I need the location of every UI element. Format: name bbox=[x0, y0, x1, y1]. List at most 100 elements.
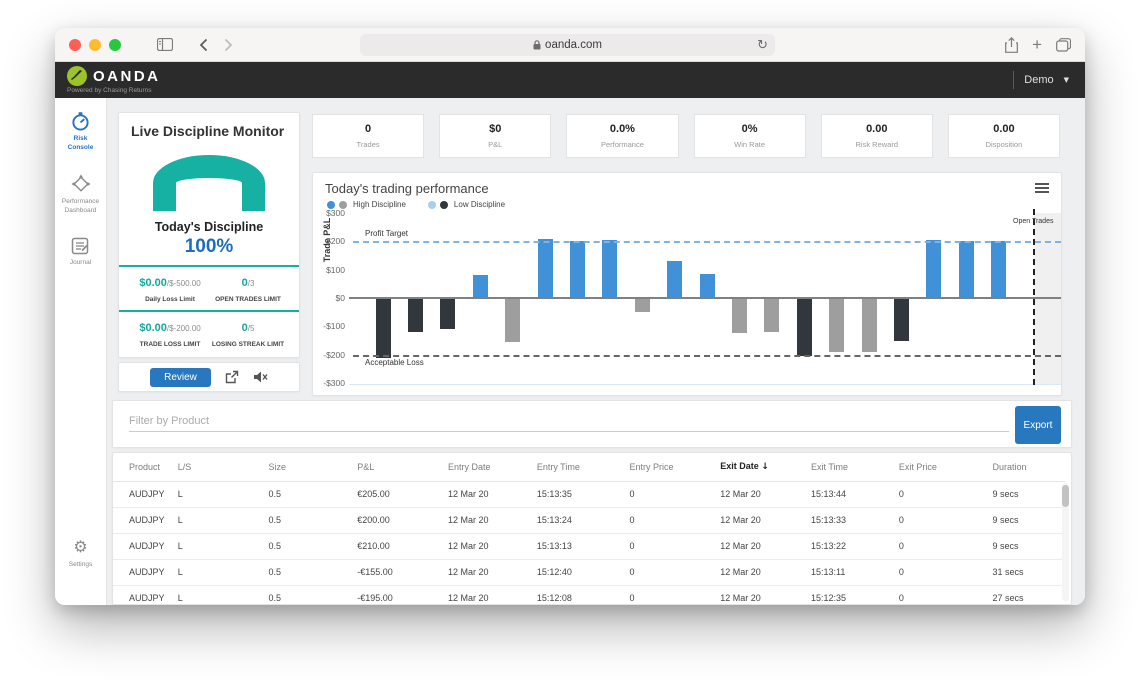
trade-bar[interactable] bbox=[440, 298, 455, 329]
filter-product-input[interactable] bbox=[129, 411, 1009, 432]
account-menu[interactable]: Demo ▼ bbox=[1013, 71, 1069, 89]
column-header-entry-price[interactable]: Entry Price bbox=[630, 453, 721, 481]
column-header-product[interactable]: Product bbox=[113, 453, 178, 481]
table-row[interactable]: AUDJPYL0.5€200.0012 Mar 2015:13:24012 Ma… bbox=[113, 507, 1065, 533]
share-icon[interactable] bbox=[1005, 37, 1018, 53]
trade-bar[interactable] bbox=[926, 240, 941, 298]
trade-bar[interactable] bbox=[764, 298, 779, 332]
chart-title: Today's trading performance bbox=[325, 181, 489, 196]
trade-bar[interactable] bbox=[700, 274, 715, 298]
minimize-traffic-light[interactable] bbox=[89, 39, 101, 51]
trade-bar[interactable] bbox=[862, 298, 877, 352]
chart-menu-icon[interactable] bbox=[1035, 183, 1049, 195]
account-name: Demo bbox=[1024, 74, 1053, 86]
table-scrollbar-thumb[interactable] bbox=[1062, 485, 1069, 507]
column-header-duration[interactable]: Duration bbox=[993, 453, 1066, 481]
sidebar-item-risk-console[interactable]: RiskConsole bbox=[68, 112, 94, 152]
trades-table-panel: ProductL/SSizeP&LEntry DateEntry TimeEnt… bbox=[112, 452, 1072, 605]
trade-bar[interactable] bbox=[538, 239, 553, 299]
discipline-monitor-card: Live Discipline Monitor Today's Discipli… bbox=[118, 112, 300, 358]
stat-card-win-rate: 0%Win Rate bbox=[694, 114, 806, 158]
legend-item-low-discipline[interactable]: Low Discipline bbox=[428, 200, 505, 209]
reload-icon[interactable]: ↻ bbox=[757, 38, 768, 53]
column-header-entry-date[interactable]: Entry Date bbox=[448, 453, 537, 481]
back-icon[interactable] bbox=[199, 38, 208, 52]
trade-bar[interactable] bbox=[829, 298, 844, 352]
gear-icon: ⚙ bbox=[73, 539, 87, 557]
discipline-gauge bbox=[153, 155, 265, 211]
sidebar-item-journal[interactable]: Journal bbox=[70, 237, 91, 267]
y-tick-label: $200 bbox=[315, 236, 345, 246]
lock-icon bbox=[533, 40, 541, 50]
review-button[interactable]: Review bbox=[150, 368, 211, 387]
filter-panel: Export bbox=[112, 400, 1072, 448]
stat-card-performance: 0.0%Performance bbox=[566, 114, 678, 158]
open-external-icon[interactable] bbox=[225, 370, 239, 384]
trade-bar[interactable] bbox=[667, 261, 682, 298]
mute-sound-icon[interactable] bbox=[253, 370, 268, 384]
table-row[interactable]: AUDJPYL0.5-€195.0012 Mar 2015:12:08012 M… bbox=[113, 585, 1065, 605]
sidebar-item-performance-dashboard[interactable]: PerformanceDashboard bbox=[62, 174, 99, 215]
browser-toolbar: oanda.com ↻ + bbox=[55, 28, 1085, 62]
main-content: RiskConsole PerformanceDashboard Journal… bbox=[55, 98, 1085, 605]
maximize-traffic-light[interactable] bbox=[109, 39, 121, 51]
tab-overview-icon[interactable] bbox=[1056, 38, 1071, 52]
trade-bar[interactable] bbox=[894, 298, 909, 341]
stat-card-risk-reward: 0.00Risk Reward bbox=[821, 114, 933, 158]
open-trades-label: Open Trades bbox=[1013, 218, 1053, 225]
forward-icon[interactable] bbox=[224, 38, 233, 52]
trade-bar[interactable] bbox=[732, 298, 747, 333]
limit-metric: $0.00/$-200.00 TRADE LOSS LIMIT bbox=[131, 318, 209, 348]
journal-icon bbox=[71, 237, 89, 255]
teal-divider bbox=[119, 310, 299, 312]
y-tick-label: -$300 bbox=[315, 378, 345, 388]
trade-bar[interactable] bbox=[635, 298, 650, 312]
review-toolbar: Review bbox=[118, 362, 300, 392]
stat-card-disposition: 0.00Disposition bbox=[948, 114, 1060, 158]
column-header-size[interactable]: Size bbox=[268, 453, 357, 481]
sort-desc-icon: ↓ bbox=[761, 462, 769, 472]
trade-bar[interactable] bbox=[376, 298, 391, 358]
open-trades-line bbox=[1033, 209, 1035, 385]
y-tick-label: -$200 bbox=[315, 350, 345, 360]
close-traffic-light[interactable] bbox=[69, 39, 81, 51]
browser-window: oanda.com ↻ + OANDA Powered by Chasing R… bbox=[55, 28, 1085, 605]
app-header: OANDA Powered by Chasing Returns Demo ▼ bbox=[55, 62, 1085, 98]
trades-table: ProductL/SSizeP&LEntry DateEntry TimeEnt… bbox=[113, 453, 1065, 605]
url-text: oanda.com bbox=[545, 39, 602, 51]
legend-dot bbox=[428, 201, 436, 209]
y-tick-label: -$100 bbox=[315, 321, 345, 331]
column-header-entry-time[interactable]: Entry Time bbox=[537, 453, 630, 481]
new-tab-icon[interactable]: + bbox=[1032, 36, 1042, 53]
logo-tagline: Powered by Chasing Returns bbox=[67, 87, 161, 94]
column-header-exit-date[interactable]: Exit Date ↓ bbox=[720, 453, 811, 481]
sidebar-toggle-icon[interactable] bbox=[157, 38, 173, 51]
app-sidebar: RiskConsole PerformanceDashboard Journal… bbox=[55, 98, 107, 605]
trade-bar[interactable] bbox=[408, 298, 423, 332]
discipline-percent: 100% bbox=[131, 236, 287, 258]
table-row[interactable]: AUDJPYL0.5€210.0012 Mar 2015:13:13012 Ma… bbox=[113, 533, 1065, 559]
trade-bar[interactable] bbox=[991, 241, 1006, 298]
column-header-exit-price[interactable]: Exit Price bbox=[899, 453, 993, 481]
acceptable-loss-label: Acceptable Loss bbox=[365, 358, 424, 367]
trade-bar[interactable] bbox=[473, 275, 488, 298]
trade-bar[interactable] bbox=[570, 241, 585, 298]
compass-icon bbox=[71, 174, 91, 194]
sidebar-item-settings[interactable]: ⚙ Settings bbox=[69, 539, 93, 569]
trade-bar[interactable] bbox=[602, 240, 617, 298]
table-row[interactable]: AUDJPYL0.5€205.0012 Mar 2015:13:35012 Ma… bbox=[113, 481, 1065, 507]
table-row[interactable]: AUDJPYL0.5-€155.0012 Mar 2015:12:40012 M… bbox=[113, 559, 1065, 585]
trade-bar[interactable] bbox=[797, 298, 812, 356]
header-divider bbox=[1013, 71, 1014, 89]
open-trades-zone bbox=[1034, 213, 1061, 385]
column-header-l-s[interactable]: L/S bbox=[178, 453, 269, 481]
zero-axis-line bbox=[349, 297, 1061, 299]
column-header-exit-time[interactable]: Exit Time bbox=[811, 453, 899, 481]
column-header-p-l[interactable]: P&L bbox=[357, 453, 448, 481]
trade-bar[interactable] bbox=[505, 298, 520, 342]
export-button[interactable]: Export bbox=[1015, 406, 1061, 444]
trade-bar[interactable] bbox=[959, 241, 974, 298]
stat-card-trades: 0Trades bbox=[312, 114, 424, 158]
address-bar[interactable]: oanda.com ↻ bbox=[360, 34, 775, 56]
profit-target-label: Profit Target bbox=[365, 229, 408, 238]
